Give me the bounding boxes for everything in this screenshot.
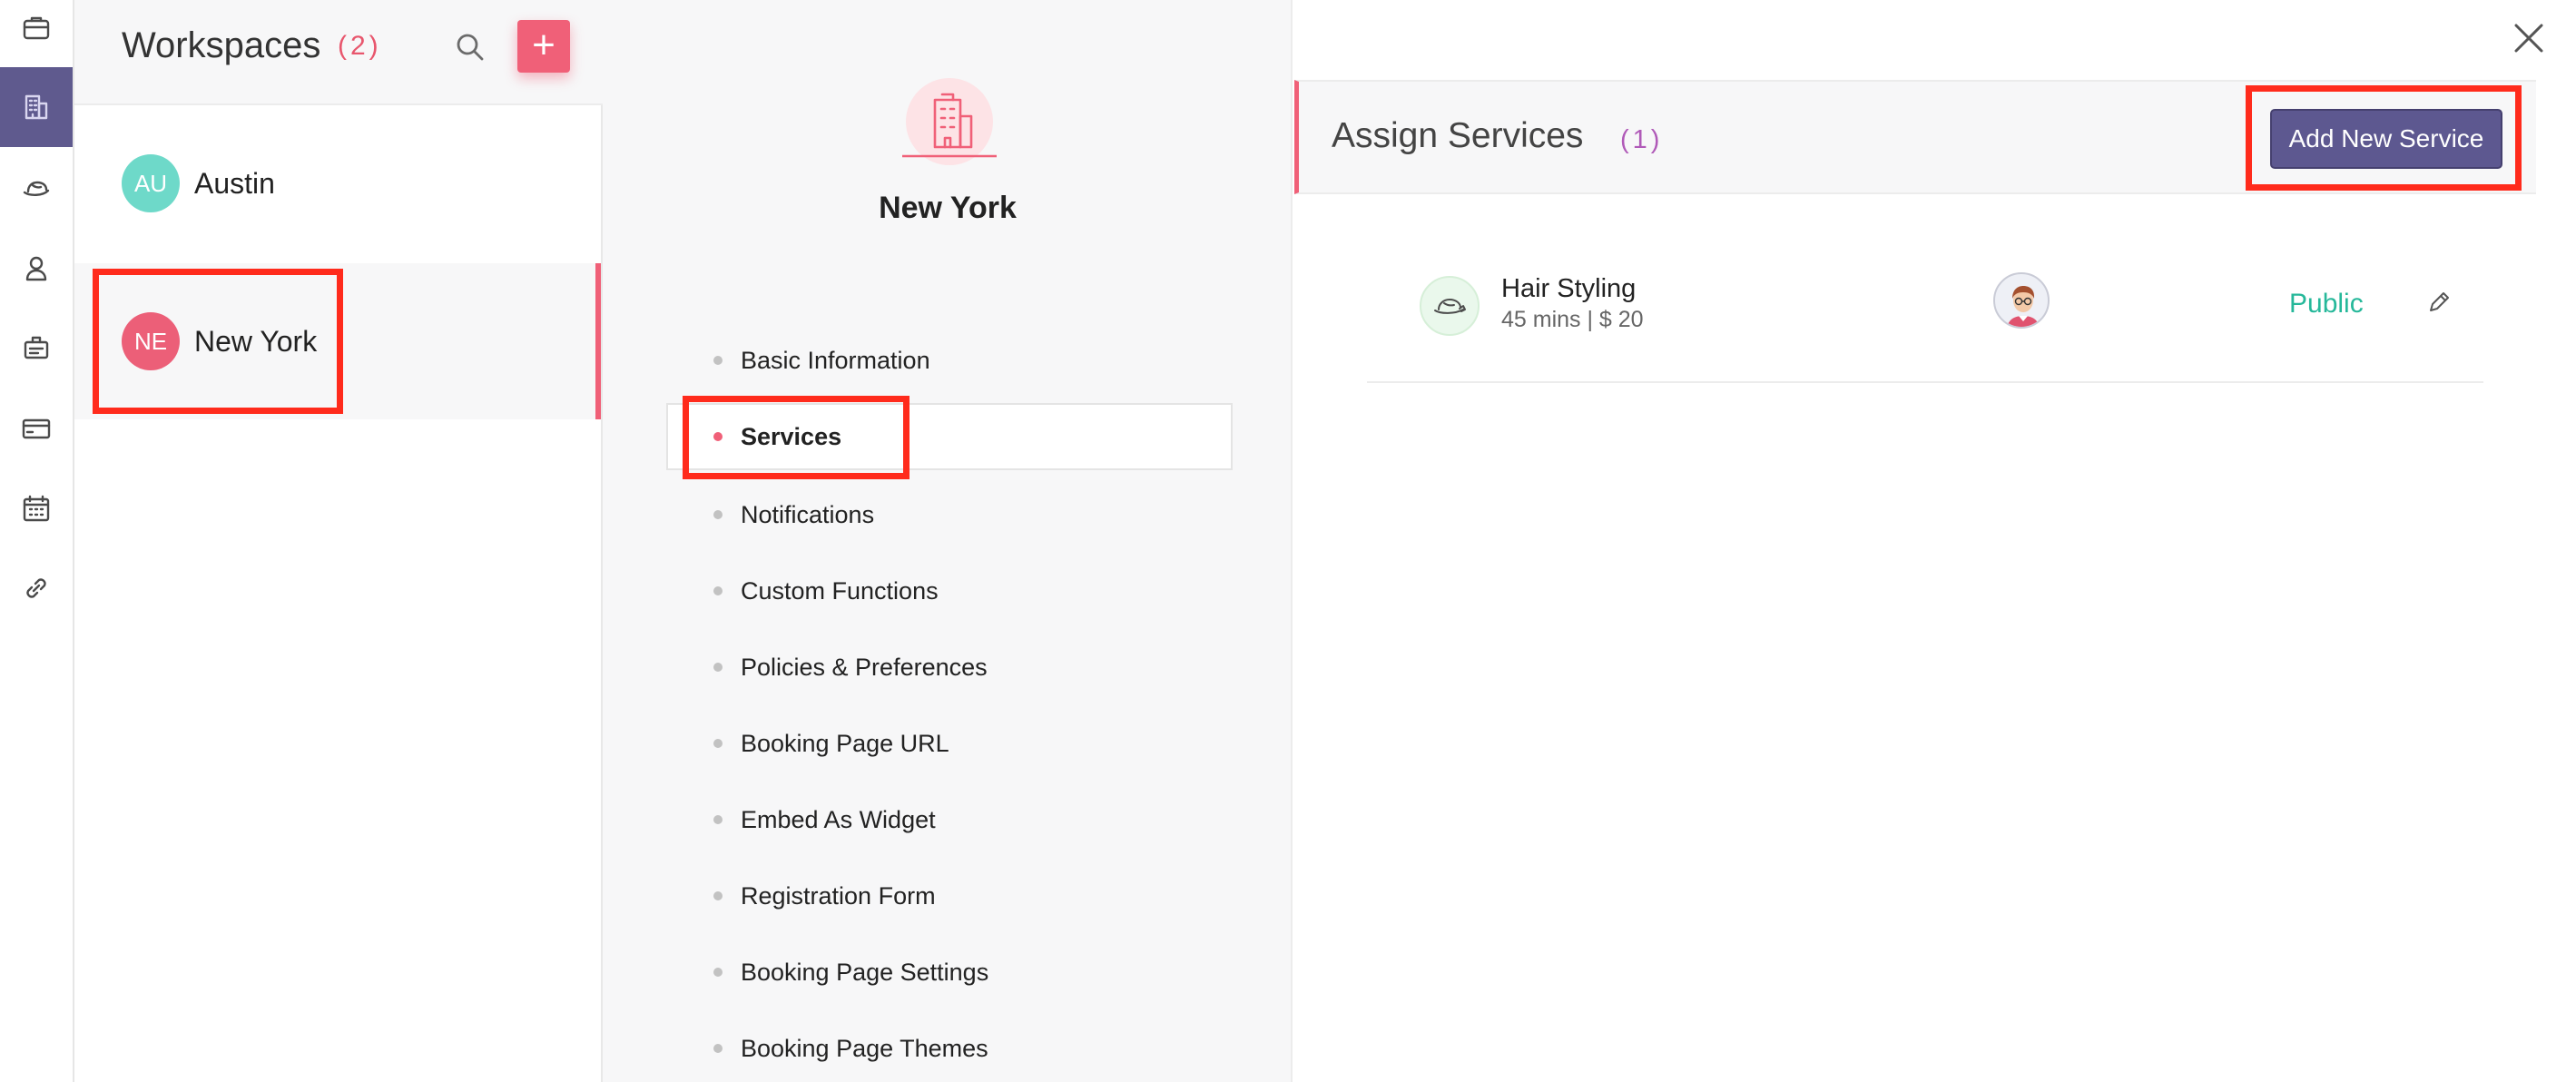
bullet [713, 510, 723, 519]
menu-item-label: Booking Page Themes [741, 1034, 988, 1062]
nav-payments[interactable] [0, 389, 73, 468]
menu-item-label: Booking Page URL [741, 729, 949, 757]
pencil-icon [2430, 292, 2449, 311]
bullet [713, 586, 723, 595]
close-button[interactable] [2511, 20, 2547, 56]
workspaces-header: Workspaces (2) + [74, 0, 603, 105]
person-icon [25, 256, 47, 281]
menu-item-label: Booking Page Settings [741, 958, 989, 986]
menu-item-label: Registration Form [741, 881, 936, 910]
location-name: New York [879, 191, 1017, 225]
bullet [713, 739, 723, 748]
avatar: AU [122, 154, 180, 212]
avatar: NE [122, 312, 180, 370]
assign-services-header: Assign Services (1) Add New Service [1294, 80, 2536, 194]
menu-item-custom-functions[interactable]: Custom Functions [668, 557, 1234, 625]
section-title: Assign Services [1332, 116, 1584, 155]
building-icon [25, 94, 48, 120]
menu-item-booking-page-themes[interactable]: Booking Page Themes [668, 1015, 1234, 1082]
hat-icon [23, 181, 50, 196]
nav-integrations[interactable] [0, 548, 73, 628]
nav-services[interactable] [0, 149, 73, 229]
nav-workspaces[interactable] [0, 67, 73, 147]
staff-avatar [1993, 272, 2050, 329]
add-new-service-button[interactable]: Add New Service [2270, 109, 2502, 169]
menu-item-booking-page-settings[interactable]: Booking Page Settings [668, 939, 1234, 1006]
service-meta: 45 mins | $ 20 [1501, 307, 1644, 332]
menu-item-services[interactable]: Services [666, 403, 1233, 470]
menu-item-policies-preferences[interactable]: Policies & Preferences [668, 634, 1234, 701]
menu-item-registration-form[interactable]: Registration Form [668, 862, 1234, 930]
workspace-item-austin[interactable]: AU Austin [74, 105, 601, 261]
bullet [713, 815, 723, 824]
nav-briefcase[interactable] [0, 0, 73, 67]
bullet [713, 356, 723, 365]
services-count: (1) [1620, 125, 1664, 154]
workspaces-title: Workspaces [122, 25, 321, 65]
workspace-name: Austin [194, 166, 275, 200]
workspaces-count: (2) [338, 31, 382, 61]
bullet [713, 432, 723, 441]
building-icon [902, 78, 997, 165]
bullet [713, 663, 723, 672]
briefcase-icon [23, 16, 50, 40]
menu-item-label: Basic Information [741, 346, 930, 374]
service-icon [1420, 276, 1480, 336]
service-row[interactable]: Hair Styling 45 mins | $ 20 Public [1367, 245, 2483, 383]
hat-icon [1434, 299, 1466, 314]
menu-item-label: Policies & Preferences [741, 653, 988, 681]
menu-item-basic-information[interactable]: Basic Information [668, 327, 1234, 394]
menu-item-label: Services [741, 422, 842, 450]
plus-icon: + [532, 23, 556, 67]
nav-staff[interactable] [0, 229, 73, 309]
id-badge-icon [24, 336, 49, 359]
icon-rail [0, 0, 74, 1082]
staff-avatar-icon [2006, 286, 2040, 327]
add-workspace-button[interactable]: + [517, 20, 570, 73]
calendar-icon [23, 495, 50, 522]
close-icon [2514, 24, 2543, 53]
workspaces-panel: Workspaces (2) + AU Austin NE New York [74, 0, 603, 1082]
menu-item-label: Notifications [741, 500, 875, 528]
service-name: Hair Styling [1501, 274, 1637, 303]
bullet [713, 891, 723, 900]
search-icon [457, 34, 484, 61]
search-button[interactable] [452, 29, 488, 65]
credit-card-icon [22, 418, 51, 439]
menu-item-embed-as-widget[interactable]: Embed As Widget [668, 786, 1234, 853]
nav-calendar[interactable] [0, 468, 73, 548]
menu-item-label: Embed As Widget [741, 805, 936, 833]
workspace-name: New York [194, 324, 318, 358]
menu-item-booking-page-url[interactable]: Booking Page URL [668, 710, 1234, 777]
edit-service-button[interactable] [2425, 289, 2453, 316]
location-settings-panel: New York Basic Information Services Noti… [603, 0, 1293, 1082]
workspace-item-new-york[interactable]: NE New York [74, 263, 601, 419]
service-status: Public [2289, 289, 2364, 319]
menu-item-label: Custom Functions [741, 576, 939, 605]
bullet [713, 1044, 723, 1053]
menu-item-notifications[interactable]: Notifications [668, 481, 1234, 548]
link-icon [26, 578, 46, 598]
bullet [713, 968, 723, 977]
nav-customers[interactable] [0, 307, 73, 387]
